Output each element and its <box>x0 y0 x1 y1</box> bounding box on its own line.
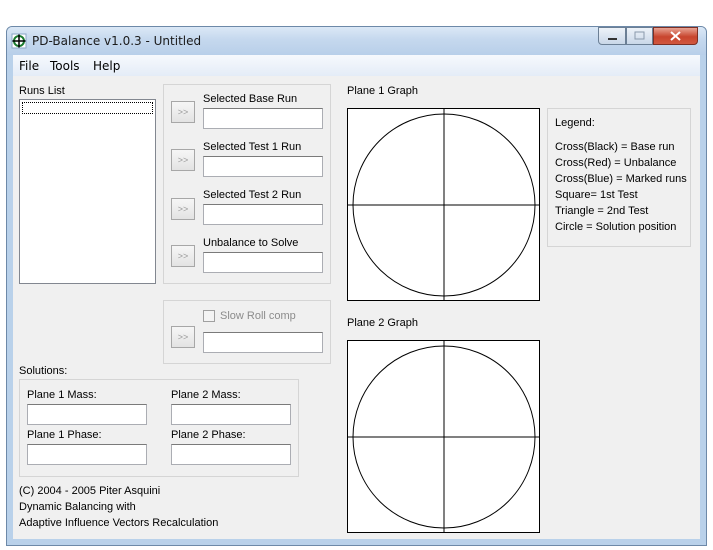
description-line-2: Adaptive Influence Vectors Recalculation <box>19 517 219 529</box>
menu-tools[interactable]: Tools <box>50 59 80 73</box>
unbalance-label: Unbalance to Solve <box>203 237 299 249</box>
plane1-phase-label: Plane 1 Phase: <box>27 429 102 441</box>
legend-line-circle: Circle = Solution position <box>555 221 677 233</box>
selected-test1-label: Selected Test 1 Run <box>203 141 302 153</box>
app-icon <box>11 33 27 49</box>
description-line-1: Dynamic Balancing with <box>19 501 136 513</box>
plane2-graph[interactable] <box>347 340 540 533</box>
runs-list[interactable] <box>19 99 156 284</box>
legend-line-triangle: Triangle = 2nd Test <box>555 205 649 217</box>
minimize-button[interactable] <box>598 27 626 45</box>
select-unbalance-button[interactable]: >> <box>171 245 195 267</box>
maximize-icon <box>634 31 645 40</box>
menu-file[interactable]: File <box>19 59 39 73</box>
slow-roll-label: Slow Roll comp <box>220 310 296 322</box>
plane1-graph[interactable] <box>347 108 540 301</box>
slow-roll-checkbox[interactable] <box>203 310 215 322</box>
window-title: PD-Balance v1.0.3 - Untitled <box>32 34 202 48</box>
legend-line-base: Cross(Black) = Base run <box>555 141 675 153</box>
menu-help[interactable]: Help <box>93 59 120 73</box>
select-slow-roll-button[interactable]: >> <box>171 326 195 348</box>
plane2-polar-plot <box>348 341 539 532</box>
selected-test2-field[interactable] <box>203 204 323 225</box>
selected-test1-field[interactable] <box>203 156 323 177</box>
legend-line-marked: Cross(Blue) = Marked runs <box>555 173 687 185</box>
slow-roll-field[interactable] <box>203 332 323 353</box>
unbalance-field[interactable] <box>203 252 323 273</box>
select-test1-button[interactable]: >> <box>171 149 195 171</box>
solutions-label: Solutions: <box>19 365 68 377</box>
list-focus-rect <box>22 102 153 114</box>
plane2-graph-label: Plane 2 Graph <box>347 317 418 329</box>
runs-list-label: Runs List <box>19 85 65 97</box>
plane2-mass-field[interactable] <box>171 404 291 425</box>
close-icon <box>670 31 681 41</box>
legend-title: Legend: <box>555 117 595 129</box>
select-base-button[interactable]: >> <box>171 101 195 123</box>
selected-base-label: Selected Base Run <box>203 93 298 105</box>
plane2-phase-label: Plane 2 Phase: <box>171 429 246 441</box>
plane1-polar-plot <box>348 109 539 300</box>
legend-line-unbalance: Cross(Red) = Unbalance <box>555 157 677 169</box>
plane2-mass-label: Plane 2 Mass: <box>171 389 241 401</box>
plane1-mass-field[interactable] <box>27 404 147 425</box>
copyright-text: (C) 2004 - 2005 Piter Asquini <box>19 485 161 497</box>
plane1-graph-label: Plane 1 Graph <box>347 85 418 97</box>
plane1-phase-field[interactable] <box>27 444 147 465</box>
select-test2-button[interactable]: >> <box>171 198 195 220</box>
maximize-button[interactable] <box>626 27 653 45</box>
legend-line-square: Square= 1st Test <box>555 189 638 201</box>
selected-test2-label: Selected Test 2 Run <box>203 189 302 201</box>
plane2-phase-field[interactable] <box>171 444 291 465</box>
plane1-mass-label: Plane 1 Mass: <box>27 389 97 401</box>
close-button[interactable] <box>653 27 698 45</box>
selected-base-field[interactable] <box>203 108 323 129</box>
minimize-icon <box>608 38 617 40</box>
